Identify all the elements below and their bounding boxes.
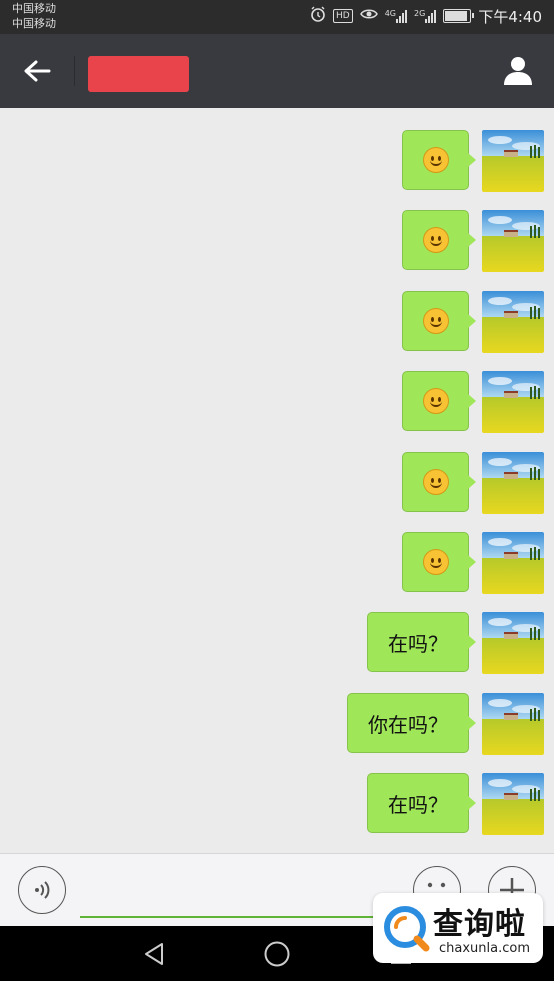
smiley-emoji-icon bbox=[422, 227, 449, 253]
system-home-button[interactable] bbox=[257, 936, 297, 972]
watermark-url: chaxunla.com bbox=[439, 941, 530, 956]
message-list[interactable]: 在吗？ 你在吗？ 在吗？ bbox=[0, 108, 554, 853]
watermark-badge: 查询啦 chaxunla.com bbox=[373, 893, 543, 963]
text-message-bubble[interactable]: 你在吗？ bbox=[347, 693, 476, 753]
smiley-emoji-icon bbox=[422, 147, 449, 173]
user-avatar[interactable] bbox=[482, 612, 544, 674]
status-icons: HD 4G 2G 下午4:40 bbox=[310, 6, 542, 26]
watermark-text: 查询啦 bbox=[433, 907, 526, 942]
back-button[interactable] bbox=[16, 50, 58, 92]
message-row: 在吗？ bbox=[367, 773, 544, 835]
smiley-emoji-icon bbox=[422, 388, 449, 414]
voice-button[interactable] bbox=[18, 866, 66, 914]
emoji-message-bubble[interactable] bbox=[402, 210, 476, 270]
message-row: 你在吗？ bbox=[347, 693, 544, 755]
message-row bbox=[402, 130, 544, 192]
smiley-emoji-icon bbox=[422, 549, 449, 575]
message-row bbox=[402, 371, 544, 433]
carrier-label-1: 中国移动 bbox=[12, 2, 56, 15]
voice-icon bbox=[35, 881, 50, 899]
eye-icon bbox=[359, 8, 378, 24]
carrier-label-2: 中国移动 bbox=[12, 17, 56, 30]
user-avatar[interactable] bbox=[482, 291, 544, 353]
smiley-emoji-icon bbox=[422, 469, 449, 495]
search-q-logo-icon bbox=[384, 906, 430, 952]
emoji-message-bubble[interactable] bbox=[402, 130, 476, 190]
home-circle-icon bbox=[264, 941, 290, 967]
user-avatar[interactable] bbox=[482, 532, 544, 594]
message-row: 在吗？ bbox=[367, 612, 544, 674]
back-triangle-icon bbox=[145, 943, 163, 965]
emoji-message-bubble[interactable] bbox=[402, 371, 476, 431]
message-row bbox=[402, 452, 544, 514]
message-row bbox=[402, 291, 544, 353]
emoji-message-bubble[interactable] bbox=[402, 532, 476, 592]
system-back-button[interactable] bbox=[134, 936, 174, 972]
user-avatar[interactable] bbox=[482, 693, 544, 755]
message-text: 你在吗？ bbox=[368, 712, 448, 737]
message-text: 在吗？ bbox=[388, 631, 448, 656]
person-icon bbox=[504, 57, 532, 85]
network-type-label: 4G bbox=[384, 9, 397, 18]
user-avatar[interactable] bbox=[482, 452, 544, 514]
smiley-emoji-icon bbox=[422, 308, 449, 334]
chat-header bbox=[0, 34, 554, 108]
battery-icon bbox=[443, 9, 475, 23]
message-input[interactable] bbox=[80, 874, 384, 918]
emoji-message-bubble[interactable] bbox=[402, 291, 476, 351]
user-avatar[interactable] bbox=[482, 210, 544, 272]
arrow-left-icon bbox=[24, 60, 51, 82]
user-avatar[interactable] bbox=[482, 130, 544, 192]
user-avatar[interactable] bbox=[482, 773, 544, 835]
hd-icon: HD bbox=[333, 9, 353, 23]
message-text: 在吗？ bbox=[388, 792, 448, 817]
network-type-label: 2G bbox=[414, 9, 426, 18]
profile-button[interactable] bbox=[498, 50, 538, 90]
signal-4g-icon: 4G bbox=[384, 9, 408, 23]
header-divider bbox=[74, 56, 75, 86]
status-bar: 中国移动 中国移动 HD 4G 2G 下午4:40 bbox=[0, 0, 554, 34]
message-row bbox=[402, 210, 544, 272]
clock-time: 下午4:40 bbox=[478, 7, 542, 26]
emoji-message-bubble[interactable] bbox=[402, 452, 476, 512]
user-avatar[interactable] bbox=[482, 371, 544, 433]
text-message-bubble[interactable]: 在吗？ bbox=[367, 612, 476, 672]
text-message-bubble[interactable]: 在吗？ bbox=[367, 773, 476, 833]
contact-name-redacted bbox=[88, 56, 189, 92]
signal-2g-icon: 2G bbox=[414, 9, 437, 23]
message-row bbox=[402, 532, 544, 594]
alarm-icon bbox=[310, 6, 326, 26]
